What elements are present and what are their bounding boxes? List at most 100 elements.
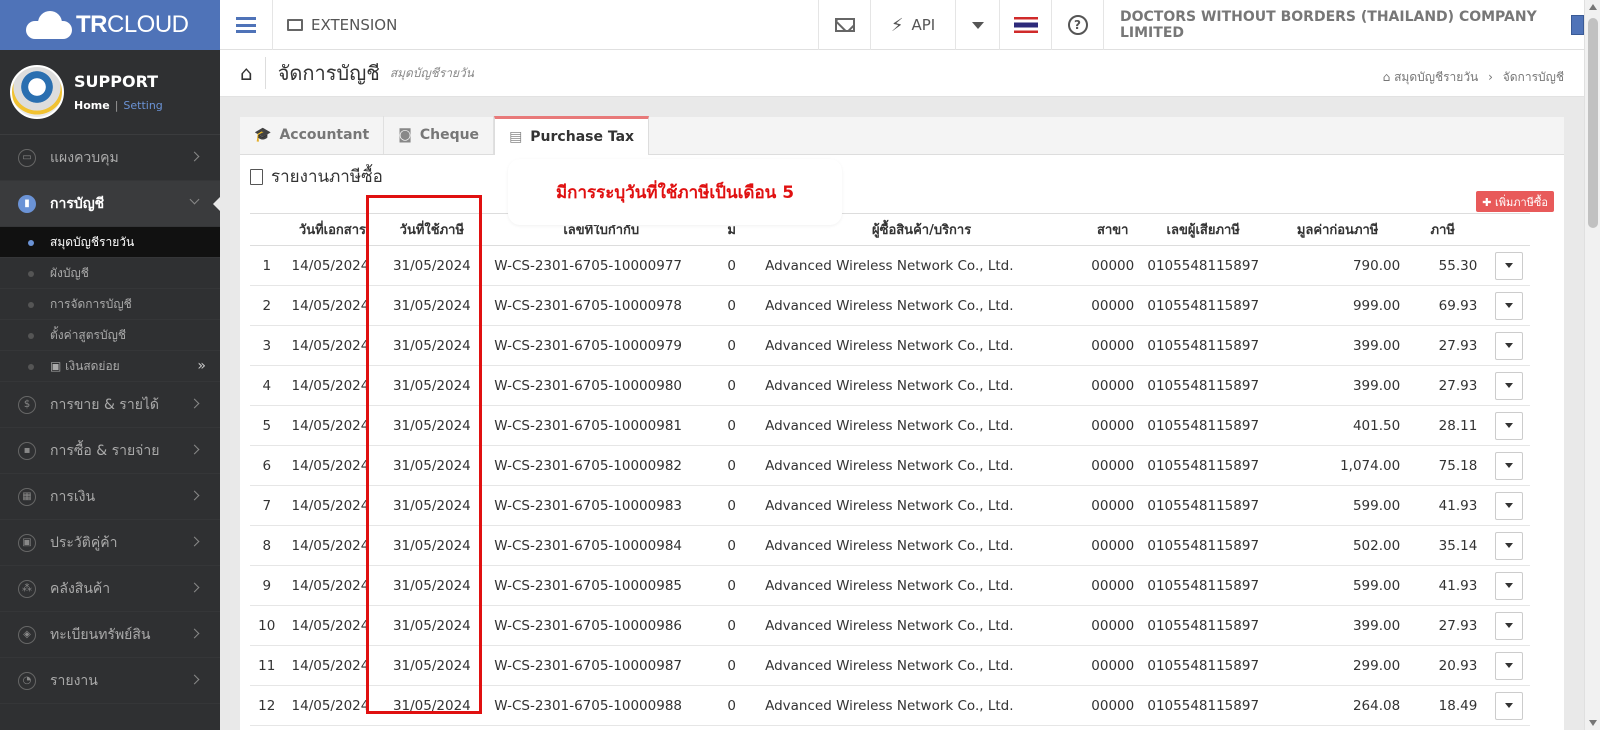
chevron-down-icon [189,194,200,205]
row-action-button[interactable] [1494,371,1523,400]
tab-purchase-tax[interactable]: ▤ Purchase Tax [494,116,650,155]
tax-date-cell: 31/05/2024 [373,605,491,646]
scrollbar[interactable] [1584,0,1600,730]
branch-cell: 00000 [1078,405,1148,446]
api-label: API [911,16,936,34]
table-row[interactable]: 6 14/05/2024 31/05/2024 W-CS-2301-6705-1000… [250,445,1530,486]
doc-date-cell: 14/05/2024 [283,285,374,326]
row-number: 12 [250,685,284,726]
sidebar-subitem-chart-of-accounts[interactable]: ผังบัญชี [0,258,220,289]
row-action-button[interactable] [1494,571,1523,600]
help-button[interactable]: ? [1051,0,1103,50]
sidebar-item-accounting[interactable]: ▮ การบัญชี [0,181,220,227]
sidebar-subitem-account-management[interactable]: การจัดการบัญชี [0,289,220,320]
tax-date-cell: 31/05/2024 [373,685,491,726]
row-number: 11 [250,645,284,686]
menu-toggle-button[interactable] [220,0,272,50]
invoice-no-cell: W-CS-2301-6705-10000977 [490,245,709,286]
sidebar-subitem-account-formula[interactable]: ตั้งค่าสูตรบัญชี [0,320,220,351]
tab-cheque[interactable]: ◙ Cheque [384,116,495,154]
m-cell: 0 [708,485,756,526]
table-row[interactable]: 3 14/05/2024 31/05/2024 W-CS-2301-6705-1000… [250,325,1530,366]
doc-date-cell: 14/05/2024 [283,485,374,526]
document-icon [250,168,263,185]
table-row[interactable]: 5 14/05/2024 31/05/2024 W-CS-2301-6705-1000… [250,405,1530,446]
table-row[interactable]: 1 14/05/2024 31/05/2024 W-CS-2301-6705-1000… [250,245,1530,286]
caret-down-icon [1504,423,1513,428]
avatar[interactable] [10,65,64,119]
vendor-cell: Advanced Wireless Network Co., Ltd. [755,565,1079,606]
sidebar-item-label: การเงิน [50,488,96,505]
m-cell: 0 [708,645,756,686]
m-cell: 0 [708,245,756,286]
row-action-button[interactable] [1494,491,1523,520]
header-tax-date: วันที่ใช้ภาษี [373,213,491,246]
cart-icon: ▪ [18,441,36,460]
monitor-icon [287,19,303,31]
row-action-button[interactable] [1494,331,1523,360]
m-cell: 0 [708,565,756,606]
logo[interactable]: TRCLOUD [0,0,220,50]
scroll-thumb[interactable] [1588,18,1598,228]
header-vat: ภาษี [1408,213,1488,246]
sidebar-subitem-petty-cash[interactable]: ▣ เงินสดย่อย » [0,351,220,382]
sidebar-item-purchases[interactable]: ▪ การซื้อ & รายจ่าย [0,428,220,474]
table-row[interactable]: 2 14/05/2024 31/05/2024 W-CS-2301-6705-1000… [250,285,1530,326]
scroll-down-icon[interactable] [1589,720,1597,726]
table-row[interactable]: 4 14/05/2024 31/05/2024 W-CS-2301-6705-1000… [250,365,1530,406]
header-no [250,213,284,246]
row-action-button[interactable] [1494,651,1523,680]
sidebar-item-finance[interactable]: ▦ การเงิน [0,474,220,520]
header-tax-id: เลขผู้เสียภาษี [1147,213,1276,246]
mail-button[interactable] [818,0,870,50]
sidebar-subitem-journal[interactable]: สมุดบัญชีรายวัน [0,227,220,258]
vat-cell: 27.93 [1408,365,1488,406]
dropdown-button[interactable] [955,0,999,50]
user-profile: SUPPORT Home | Setting [0,50,220,135]
doc-date-cell: 14/05/2024 [283,565,374,606]
tab-accountant[interactable]: 🎓 Accountant [240,116,385,154]
branch-cell: 00000 [1078,485,1148,526]
sidebar-item-reports[interactable]: ◔ รายงาน [0,658,220,704]
table-row[interactable]: 8 14/05/2024 31/05/2024 W-CS-2301-6705-1000… [250,525,1530,566]
sidebar-item-assets[interactable]: ◈ ทะเบียนทรัพย์สิน [0,612,220,658]
row-action-button[interactable] [1494,611,1523,640]
vendor-cell: Advanced Wireless Network Co., Ltd. [755,405,1079,446]
row-action-button[interactable] [1494,531,1523,560]
vat-cell: 18.49 [1408,685,1488,726]
link-separator: | [114,99,119,112]
sidebar-subitem-label: ผังบัญชี [50,265,89,280]
table-row[interactable]: 7 14/05/2024 31/05/2024 W-CS-2301-6705-1000… [250,485,1530,526]
sidebar-item-label: แผงควบคุม [50,149,119,166]
api-button[interactable]: ⚡ API [870,0,955,50]
table-row[interactable]: 11 14/05/2024 31/05/2024 W-CS-2301-6705-100… [250,645,1530,686]
table-row[interactable]: 9 14/05/2024 31/05/2024 W-CS-2301-6705-1000… [250,565,1530,606]
row-action-button[interactable] [1494,411,1523,440]
row-number: 4 [250,365,284,406]
invoice-no-cell: W-CS-2301-6705-10000984 [490,525,709,566]
setting-link[interactable]: Setting [123,99,162,112]
scroll-up-icon[interactable] [1589,4,1597,10]
sidebar-item-contacts[interactable]: ▣ ประวัติคู่ค้า [0,520,220,566]
branch-cell: 00000 [1078,285,1148,326]
report-icon: ◔ [18,671,36,690]
breadcrumb-home-icon[interactable]: ⌂ [1383,70,1394,84]
table-row[interactable]: 12 14/05/2024 31/05/2024 W-CS-2301-6705-100… [250,685,1530,726]
sidebar-item-sales[interactable]: $ การขาย & รายได้ [0,382,220,428]
sidebar-item-inventory[interactable]: ⁂ คลังสินค้า [0,566,220,612]
row-action-button[interactable] [1494,691,1523,720]
language-button[interactable] [999,0,1051,50]
home-icon[interactable]: ⌂ [240,61,253,85]
row-action-button[interactable] [1494,291,1523,320]
extension-button[interactable]: EXTENSION [272,0,408,50]
add-purchase-tax-button[interactable]: ✚ เพิ่มภาษีซื้อ [1476,191,1554,212]
question-icon: ? [1067,15,1088,35]
table-row[interactable]: 10 14/05/2024 31/05/2024 W-CS-2301-6705-100… [250,605,1530,646]
company-selector[interactable]: DOCTORS WITHOUT BORDERS (THAILAND) COMPA… [1103,0,1584,50]
row-action-button[interactable] [1494,251,1523,280]
sidebar-item-dashboard[interactable]: ▭ แผงควบคุม [0,135,220,181]
row-action-button[interactable] [1494,451,1523,480]
vendor-cell: Advanced Wireless Network Co., Ltd. [755,325,1079,366]
home-link[interactable]: Home [74,99,110,112]
breadcrumb-item[interactable]: สมุดบัญชีรายวัน [1394,70,1478,84]
